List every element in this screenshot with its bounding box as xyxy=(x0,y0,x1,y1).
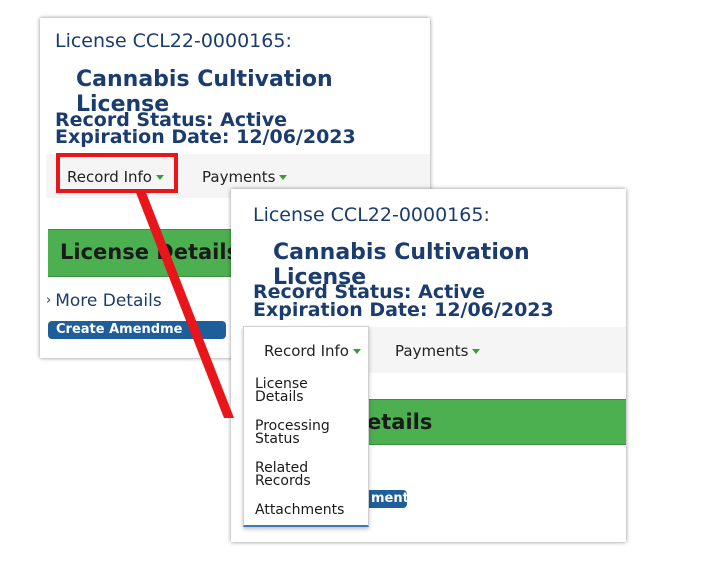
menu-item-label: Attachments xyxy=(255,502,345,518)
tab-record-info: Record Info xyxy=(264,342,361,360)
create-amendment-button[interactable]: ment xyxy=(367,490,407,508)
license-id: License CCL22-0000165: xyxy=(253,204,490,226)
menu-item-label: Details xyxy=(255,389,304,405)
tab-payments[interactable]: Payments xyxy=(202,168,288,186)
section-title: License Details xyxy=(60,240,240,264)
menu-item-license-details[interactable]: License Details xyxy=(255,377,365,405)
menu-item-label: Status xyxy=(255,431,300,447)
create-amendment-button[interactable]: Create Amendme xyxy=(48,321,226,339)
expiration-date: Expiration Date: 12/06/2023 xyxy=(55,126,356,148)
highlight-box xyxy=(56,153,178,193)
tab-payments[interactable]: Payments xyxy=(395,342,481,360)
tab-record-info-label: Record Info xyxy=(264,342,349,360)
license-details-header: etails xyxy=(367,399,626,445)
more-details-label: More Details xyxy=(55,291,162,311)
menu-item-label: Records xyxy=(255,473,311,489)
expiration-date: Expiration Date: 12/06/2023 xyxy=(253,299,554,321)
chevron-right-icon: › xyxy=(46,293,52,308)
record-info-dropdown: Record Info License Details Processing S… xyxy=(243,326,369,527)
caret-down-icon xyxy=(279,175,288,180)
caret-down-icon xyxy=(472,349,481,354)
tab-record-info-open[interactable]: Record Info xyxy=(244,327,368,371)
section-title: etails xyxy=(367,410,433,434)
caret-down-icon xyxy=(352,349,361,354)
more-details-link[interactable]: › More Details xyxy=(46,291,162,311)
tab-payments-label: Payments xyxy=(395,342,469,360)
menu-item-attachments[interactable]: Attachments xyxy=(255,502,365,518)
menu-item-processing-status[interactable]: Processing Status xyxy=(255,419,365,447)
tab-payments-label: Payments xyxy=(202,168,276,186)
menu-item-related-records[interactable]: Related Records xyxy=(255,461,365,489)
license-id: License CCL22-0000165: xyxy=(55,30,292,52)
